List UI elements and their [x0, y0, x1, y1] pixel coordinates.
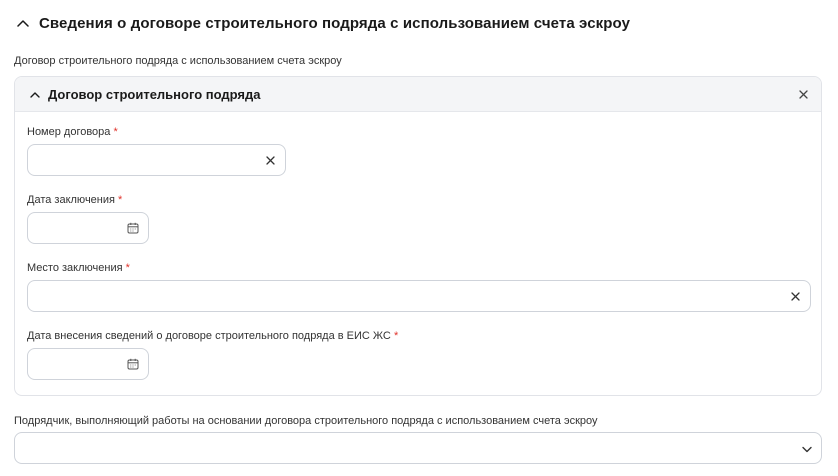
eis-date-label-text: Дата внесения сведений о договоре строит… — [27, 330, 391, 342]
section-title: Сведения о договоре строительного подряд… — [39, 14, 631, 32]
contractor-label: Подрядчик, выполняющий работы на основан… — [14, 415, 598, 427]
contract-number-input[interactable] — [28, 145, 285, 175]
close-icon[interactable] — [789, 290, 801, 302]
conclusion-date-label: Дата заключения * — [27, 194, 122, 206]
required-mark: * — [393, 330, 399, 342]
contract-number-field[interactable] — [27, 144, 286, 176]
calendar-icon[interactable] — [127, 222, 139, 234]
eis-date-field[interactable] — [27, 348, 149, 380]
contract-number-label: Номер договора * — [27, 126, 118, 138]
contractor-select[interactable] — [14, 432, 822, 464]
required-mark: * — [118, 194, 123, 206]
card-header[interactable]: Договор строительного подряда — [15, 77, 821, 112]
group-label: Договор строительного подряда с использо… — [14, 55, 342, 67]
calendar-icon[interactable] — [127, 358, 139, 370]
eis-date-label: Дата внесения сведений о договоре строит… — [27, 330, 398, 342]
section-header[interactable]: Сведения о договоре строительного подряд… — [16, 12, 630, 34]
required-mark: * — [125, 262, 130, 274]
chevron-up-icon[interactable] — [16, 16, 30, 30]
chevron-down-icon[interactable] — [801, 443, 813, 455]
conclusion-place-input[interactable] — [28, 281, 810, 311]
contract-number-label-text: Номер договора — [27, 126, 111, 138]
required-mark: * — [113, 126, 118, 138]
close-icon[interactable] — [264, 154, 276, 166]
conclusion-place-field[interactable] — [27, 280, 811, 312]
chevron-up-icon[interactable] — [29, 88, 41, 100]
contract-card: Договор строительного подряда Номер дого… — [14, 76, 822, 396]
conclusion-place-label-text: Место заключения — [27, 262, 123, 274]
conclusion-date-field[interactable] — [27, 212, 149, 244]
conclusion-place-label: Место заключения * — [27, 262, 130, 274]
card-title: Договор строительного подряда — [48, 86, 261, 102]
conclusion-date-label-text: Дата заключения — [27, 194, 115, 206]
close-icon[interactable] — [797, 88, 809, 100]
